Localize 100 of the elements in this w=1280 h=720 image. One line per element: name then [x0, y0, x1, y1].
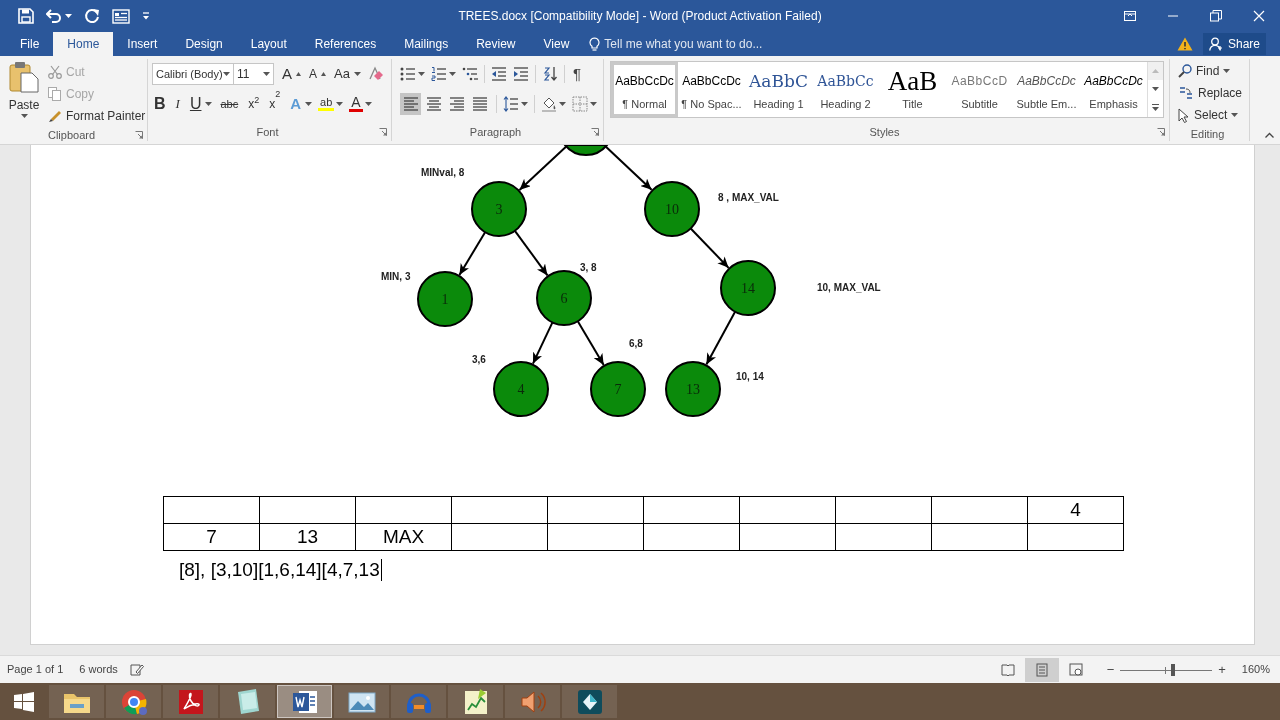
caret-icon[interactable] — [223, 72, 230, 76]
caret-icon[interactable] — [263, 72, 270, 76]
italic-button[interactable]: I — [173, 94, 182, 114]
font-size-dropdown[interactable]: 11 — [234, 63, 274, 85]
caret-icon[interactable] — [364, 102, 372, 106]
style-option[interactable]: AaBbCcDc Emphasis — [1080, 62, 1147, 117]
style-option[interactable]: AaBbCcD Subtitle — [946, 62, 1013, 117]
line-spacing-icon[interactable] — [503, 96, 520, 112]
sort-icon[interactable] — [542, 66, 558, 82]
page-count[interactable]: Page 1 of 1 — [7, 661, 64, 678]
paintbrush-icon[interactable] — [48, 109, 62, 123]
decrease-indent-icon[interactable] — [491, 66, 507, 82]
repeat-icon[interactable] — [84, 8, 100, 24]
caret-icon[interactable] — [353, 72, 361, 76]
taskbar-app[interactable] — [277, 685, 332, 718]
format-painter-button[interactable]: Format Painter — [48, 105, 146, 127]
style-option[interactable]: AaBbCcDc ¶ No Spac... — [678, 62, 745, 117]
caret-icon[interactable] — [559, 102, 566, 106]
lightbulb-icon[interactable] — [589, 36, 601, 52]
form-icon[interactable] — [112, 8, 130, 24]
dialog-launcher-icon[interactable] — [135, 131, 143, 140]
dialog-launcher-icon[interactable] — [591, 128, 599, 136]
proofing-icon[interactable] — [129, 663, 144, 676]
font-color-button[interactable]: A — [349, 96, 363, 112]
caret-icon[interactable] — [521, 102, 529, 106]
zoom-in-button[interactable]: + — [1218, 659, 1226, 680]
paste-button[interactable]: Paste — [6, 61, 42, 127]
ribbon-tab[interactable]: Layout — [236, 32, 301, 56]
tell-me-field[interactable]: Tell me what you want to do... — [604, 35, 805, 53]
caret-icon[interactable] — [305, 102, 313, 106]
multilevel-list-icon[interactable] — [462, 66, 478, 82]
ribbon-tab[interactable]: References — [300, 32, 391, 56]
font-name-dropdown[interactable]: Calibri (Body) — [152, 63, 234, 85]
highlight-button[interactable]: ab — [318, 97, 335, 111]
taskbar-app[interactable] — [334, 685, 389, 718]
style-option[interactable]: AaB Title — [879, 62, 946, 117]
style-option[interactable]: AaBbC Heading 1 — [745, 62, 812, 117]
align-left-button[interactable] — [400, 93, 422, 115]
select-button[interactable]: Select — [1178, 104, 1239, 126]
ribbon-tab[interactable]: Home — [53, 32, 114, 56]
clear-formatting-icon[interactable] — [366, 66, 383, 82]
taskbar-app[interactable] — [562, 685, 617, 718]
caret-icon[interactable] — [65, 14, 72, 18]
shading-icon[interactable] — [541, 96, 557, 112]
bold-button[interactable]: B — [152, 92, 168, 116]
arrow — [576, 320, 605, 366]
change-case-button[interactable]: Aa — [332, 64, 352, 84]
save-icon[interactable] — [18, 8, 34, 24]
zoom-slider-thumb[interactable] — [1170, 663, 1175, 676]
ribbon-tab[interactable]: File — [6, 32, 54, 56]
taskbar-app[interactable] — [163, 685, 218, 718]
taskbar-app[interactable] — [106, 685, 161, 718]
scroll-down-icon[interactable] — [1152, 87, 1159, 92]
restore-icon[interactable] — [1209, 10, 1222, 22]
caret-icon[interactable] — [20, 114, 28, 118]
find-button[interactable]: Find — [1178, 60, 1231, 82]
ribbon-display-icon[interactable] — [1123, 10, 1136, 22]
share-button[interactable]: Share — [1202, 33, 1266, 55]
taskbar-app[interactable] — [49, 685, 104, 718]
caret-up-icon[interactable] — [321, 72, 327, 76]
show-marks-button[interactable]: ¶ — [571, 62, 584, 86]
zoom-level[interactable]: 160% — [1241, 661, 1270, 678]
dialog-launcher-icon[interactable] — [1157, 128, 1165, 136]
undo-icon[interactable] — [46, 8, 62, 24]
caret-icon[interactable] — [449, 72, 456, 76]
replace-button[interactable]: Replace — [1178, 82, 1243, 104]
collapse-ribbon-icon[interactable] — [1265, 132, 1274, 138]
ribbon-tab[interactable]: View — [529, 32, 584, 56]
strikethrough-button[interactable]: abc — [218, 95, 241, 113]
caret-up-icon[interactable] — [296, 72, 301, 76]
style-option[interactable]: AaBbCcDc Subtle Em... — [1013, 62, 1080, 117]
caret-icon[interactable] — [1223, 69, 1231, 73]
shrink-font-button[interactable]: A — [307, 65, 320, 83]
numbering-icon[interactable] — [431, 66, 447, 82]
close-icon[interactable] — [1252, 10, 1265, 22]
taskbar-app[interactable] — [220, 685, 275, 718]
windows-logo-icon[interactable] — [14, 691, 34, 712]
bullets-icon[interactable] — [400, 66, 416, 82]
caret-icon[interactable] — [590, 102, 597, 106]
zoom-slider[interactable] — [1120, 663, 1213, 676]
style-option[interactable]: AaBbCcDc ¶ Normal — [611, 62, 678, 117]
ribbon-tab[interactable]: Design — [171, 32, 237, 56]
customize-icon[interactable] — [142, 12, 150, 20]
increase-indent-icon[interactable] — [513, 66, 529, 82]
ribbon-tab[interactable]: Insert — [113, 32, 172, 56]
ribbon-tab[interactable]: Mailings — [390, 32, 463, 56]
more-styles-icon[interactable] — [1152, 104, 1159, 112]
underline-button[interactable]: U — [187, 92, 204, 116]
print-view-button[interactable] — [1024, 657, 1059, 682]
zoom-out-button[interactable]: − — [1106, 659, 1115, 680]
caret-icon[interactable] — [205, 102, 213, 106]
taskbar-app[interactable] — [448, 685, 503, 718]
caret-icon[interactable] — [418, 72, 425, 76]
caret-icon[interactable] — [1231, 113, 1239, 117]
ribbon-tab[interactable]: Review — [462, 32, 530, 56]
style-option[interactable]: AaBbCc Heading 2 — [812, 62, 879, 117]
grow-font-button[interactable]: A — [280, 62, 294, 86]
caret-icon[interactable] — [336, 102, 344, 106]
dialog-launcher-icon[interactable] — [379, 128, 387, 136]
word-count[interactable]: 6 words — [79, 661, 118, 678]
